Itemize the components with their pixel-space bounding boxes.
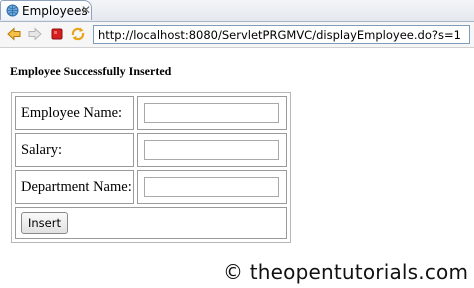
form-row-name: Employee Name: (15, 96, 287, 130)
form-row-department: Department Name: (15, 170, 287, 204)
close-icon[interactable]: ✕ (81, 3, 91, 17)
arrow-left-icon[interactable] (6, 26, 22, 42)
salary-input[interactable] (144, 140, 279, 160)
form-row-submit: Insert (15, 207, 287, 239)
tab-employees[interactable]: Employees ✕ (0, 0, 92, 20)
insert-button[interactable]: Insert (21, 212, 68, 234)
watermark: © theopentutorials.com (223, 260, 469, 284)
url-input[interactable] (94, 26, 469, 43)
tab-title: Employees (22, 4, 88, 18)
arrow-right-icon[interactable] (27, 26, 43, 42)
success-message: Employee Successfully Inserted (10, 64, 172, 78)
form-row-salary: Salary: (15, 133, 287, 167)
employee-name-label: Employee Name: (15, 96, 134, 130)
employee-name-input[interactable] (144, 103, 279, 123)
department-name-label: Department Name: (15, 170, 134, 204)
address-bar[interactable] (93, 25, 470, 44)
department-name-input[interactable] (144, 177, 279, 197)
stop-icon[interactable] (49, 26, 65, 42)
salary-label: Salary: (15, 133, 134, 167)
tab-strip: Employees ✕ (0, 0, 474, 22)
globe-icon (6, 4, 19, 17)
refresh-icon[interactable] (70, 26, 86, 42)
employee-form-table: Employee Name: Salary: Department Name: … (11, 92, 291, 243)
browser-toolbar (0, 22, 474, 48)
